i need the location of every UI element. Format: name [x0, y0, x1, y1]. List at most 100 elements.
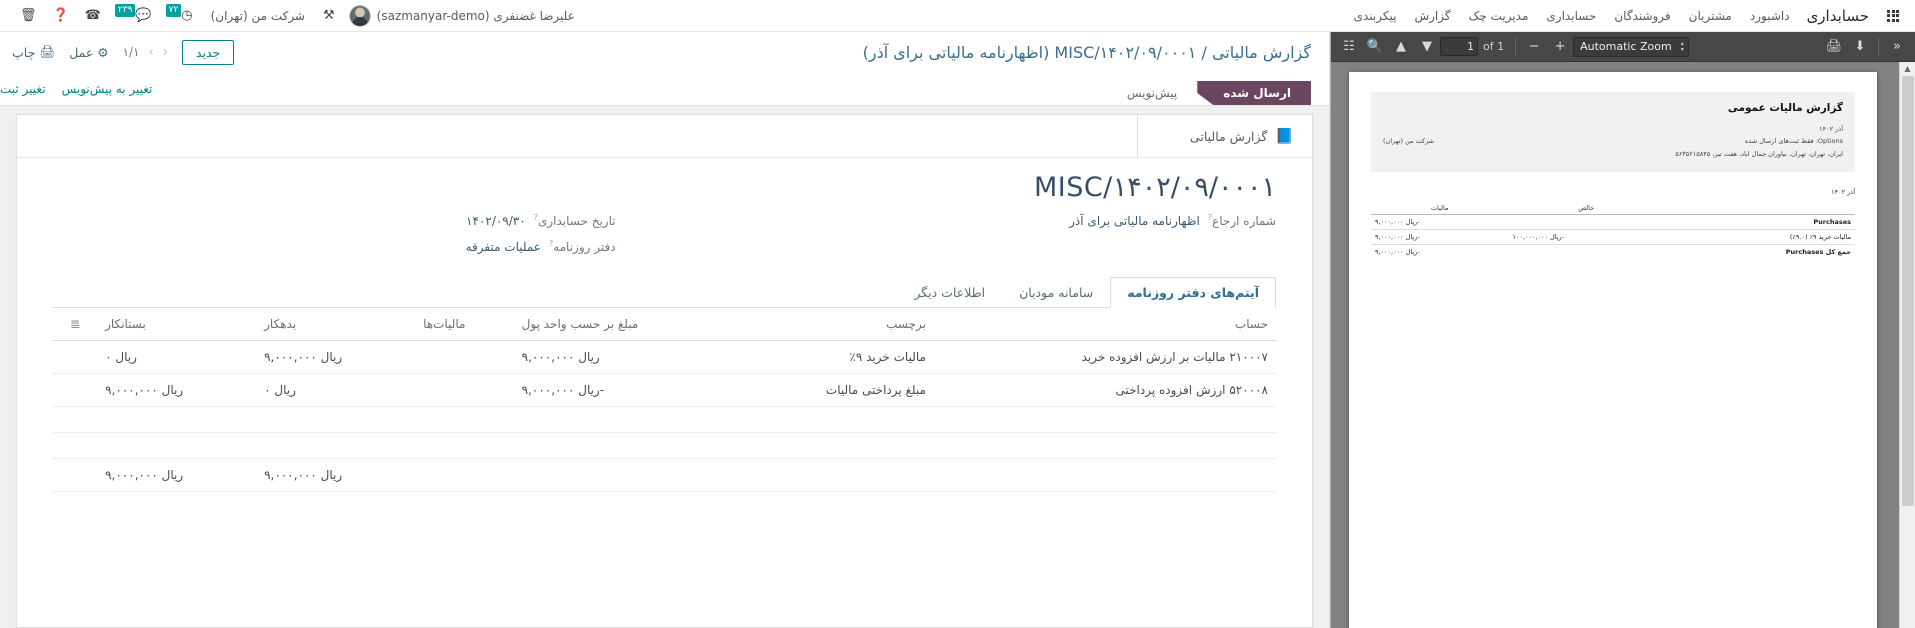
user-menu[interactable]: علیرضا غضنفری (sazmanyar-demo) [343, 5, 581, 27]
field-reference-label: شماره ارجاع? [1208, 213, 1276, 228]
table-row[interactable]: ۲۱۰۰۰۷ مالیات بر ارزش افزوده خرید مالیات… [53, 341, 1276, 374]
print-icon[interactable]: 🖨 [1821, 35, 1847, 59]
field-reference-value[interactable]: اظهارنامه مالیاتی برای آذر [1069, 214, 1200, 228]
user-name: علیرضا غضنفری (sazmanyar-demo) [377, 9, 575, 23]
fields-column-left: تاریخ حسابداری? ۱۴۰۲/۰۹/۳۰ دفتر روزنامه?… [53, 213, 616, 254]
col-account[interactable]: حساب [934, 308, 1276, 341]
nav-item-configuration[interactable]: پیکربندی [1345, 9, 1406, 23]
gear-icon: ⚙ [97, 45, 108, 60]
col-amount-currency[interactable]: مبلغ بر حسب واحد پول [514, 308, 738, 341]
report-col-blank [1664, 202, 1855, 215]
tab-journal-items[interactable]: آیتم‌های دفتر روزنامه [1110, 277, 1276, 308]
table-header-row: حساب برچسب مبلغ بر حسب واحد پول مالیات‌ه… [53, 308, 1276, 341]
previous-page-icon[interactable]: ▲ [1388, 35, 1414, 59]
apps-menu-icon[interactable] [1887, 10, 1899, 22]
cell-taxes[interactable] [415, 341, 514, 374]
cell-label[interactable]: مبلغ پرداختی مالیات [738, 374, 934, 407]
print-menu-button[interactable]: 🖨 چاپ [12, 44, 55, 60]
field-journal-value[interactable]: عملیات متفرقه [466, 240, 541, 254]
cell-row-options[interactable] [53, 341, 97, 374]
table-body: ۲۱۰۰۰۷ مالیات بر ارزش افزوده خرید مالیات… [53, 341, 1276, 492]
totals-blank-1 [934, 459, 1276, 492]
nav-item-dashboard[interactable]: داشبورد [1741, 9, 1799, 23]
sidebar-toggle-icon[interactable]: ☷ [1336, 35, 1362, 59]
status-badge-posted[interactable]: ارسال شده [1197, 81, 1311, 105]
action-menu-button[interactable]: ⚙ عمل [69, 45, 108, 60]
new-button[interactable]: جدید [182, 40, 234, 65]
report-total-tax: ریال ۹,۰۰۰,۰۰۰- [1371, 245, 1508, 260]
next-page-icon[interactable]: ▼ [1414, 35, 1440, 59]
column-options-icon[interactable]: ≣ [70, 317, 80, 331]
col-label[interactable]: برچسب [738, 308, 934, 341]
toolbar-divider [1515, 38, 1516, 56]
cell-row-options[interactable] [53, 374, 97, 407]
add-line-cell[interactable] [53, 407, 1276, 433]
field-accounting-date-label: تاریخ حسابداری? [534, 213, 616, 228]
activities-badge: ۷۲ [166, 4, 182, 17]
cell-amount-currency[interactable]: ریال ۹,۰۰۰,۰۰۰ [514, 341, 738, 374]
report-data-row: مالیات خرید ۹٪ (۹.۰٪) ریال ۱۰۰,۰۰۰,۰۰۰- … [1371, 230, 1855, 245]
activities-menu[interactable]: ◷ ۷۲ [160, 8, 201, 23]
nav-item-customers[interactable]: مشتریان [1680, 9, 1741, 23]
table-row-empty[interactable] [53, 407, 1276, 433]
find-search-icon[interactable]: 🔍 [1362, 35, 1388, 59]
download-icon[interactable]: ⬇ [1847, 35, 1873, 59]
tab-moadian-system[interactable]: سامانه مودیان [1002, 277, 1110, 308]
cell-credit[interactable]: ریال ۰ [97, 341, 256, 374]
status-badge-draft[interactable]: پیش‌نویس [1113, 81, 1197, 105]
smart-button-tax-report[interactable]: 📘 گزارش مالیاتی [1137, 115, 1312, 157]
scroll-up-icon[interactable]: ▲ [1904, 64, 1910, 74]
scrollbar-thumb[interactable] [1902, 76, 1914, 506]
smart-button-box: 📘 گزارش مالیاتی [17, 115, 1312, 158]
totals-blank-4 [415, 459, 514, 492]
zoom-in-icon[interactable]: + [1547, 35, 1573, 59]
nav-item-accounting[interactable]: حسابداری [1537, 9, 1605, 23]
cell-debit[interactable]: ریال ۰ [256, 374, 415, 407]
page-count-label: of 1 [1483, 40, 1504, 53]
pdf-scrollbar[interactable]: ▲ [1899, 62, 1915, 628]
pager[interactable]: ‹ › ۱/۱ [123, 45, 168, 60]
reset-to-draft-link[interactable]: تغییر به پیش‌نویس [62, 82, 153, 96]
change-posting-link[interactable]: تغییر ثبت [0, 82, 46, 96]
developer-tools-icon[interactable]: ⚒ [315, 8, 343, 23]
messages-menu[interactable]: 💬 ۲۳۹ [109, 8, 160, 23]
col-credit[interactable]: بستانکار [97, 308, 256, 341]
report-row-net: ریال ۱۰۰,۰۰۰,۰۰۰- [1508, 230, 1664, 245]
cell-taxes[interactable] [415, 374, 514, 407]
report-meta: آذر ۱۴۰۲ Options: فقط ثبت‌های ارسال شده … [1383, 123, 1843, 160]
field-accounting-date-value[interactable]: ۱۴۰۲/۰۹/۳۰ [466, 214, 526, 228]
trash-icon[interactable]: 🗑 [12, 8, 45, 23]
cell-label[interactable]: مالیات خرید ۹٪ [738, 341, 934, 374]
pager-count: ۱/۱ [123, 45, 140, 59]
cell-amount-currency[interactable]: ریال ۹,۰۰۰,۰۰۰- [514, 374, 738, 407]
nav-item-vendors[interactable]: فروشندگان [1605, 9, 1679, 23]
book-icon: 📘 [1275, 127, 1294, 145]
field-journal-label: دفتر روزنامه? [549, 239, 616, 254]
tab-other-info[interactable]: اطلاعات دیگر [897, 277, 1002, 308]
col-debit[interactable]: بدهکار [256, 308, 415, 341]
nav-item-reporting[interactable]: گزارش [1405, 9, 1459, 23]
add-line-cell[interactable] [53, 433, 1276, 459]
zoom-out-icon[interactable]: − [1521, 35, 1547, 59]
status-bar-links: تغییر به پیش‌نویس تغییر ثبت [0, 82, 152, 105]
app-brand[interactable]: حسابداری [1799, 7, 1877, 25]
cell-account[interactable]: ۲۱۰۰۰۷ مالیات بر ارزش افزوده خرید [934, 341, 1276, 374]
table-row[interactable]: ۵۲۰۰۰۸ ارزش افزوده پرداختی مبلغ پرداختی … [53, 374, 1276, 407]
pager-next-icon[interactable]: › [149, 45, 154, 60]
company-switcher[interactable]: شرکت من (تهران) [201, 9, 315, 23]
nav-item-check-management[interactable]: مدیریت چک [1460, 9, 1538, 23]
voip-phone-icon[interactable]: ☎ [77, 8, 109, 23]
col-taxes[interactable]: مالیات‌ها [415, 308, 514, 341]
zoom-level-select[interactable]: Automatic Zoom [1573, 37, 1689, 57]
cell-account[interactable]: ۵۲۰۰۰۸ ارزش افزوده پرداختی [934, 374, 1276, 407]
help-icon[interactable]: ❓ [45, 8, 77, 23]
secondary-toolbar-toggle-icon[interactable]: » [1884, 35, 1910, 59]
page-number-input[interactable]: 1 [1440, 37, 1478, 56]
col-options[interactable]: ≣ [53, 308, 97, 341]
messages-badge: ۲۳۹ [115, 4, 136, 17]
cell-credit[interactable]: ریال ۹,۰۰۰,۰۰۰ [97, 374, 256, 407]
status-bar: ارسال شده پیش‌نویس تغییر به پیش‌نویس تغی… [0, 72, 1329, 106]
pager-previous-icon[interactable]: ‹ [163, 45, 168, 60]
cell-debit[interactable]: ریال ۹,۰۰۰,۰۰۰ [256, 341, 415, 374]
table-row-empty[interactable] [53, 433, 1276, 459]
